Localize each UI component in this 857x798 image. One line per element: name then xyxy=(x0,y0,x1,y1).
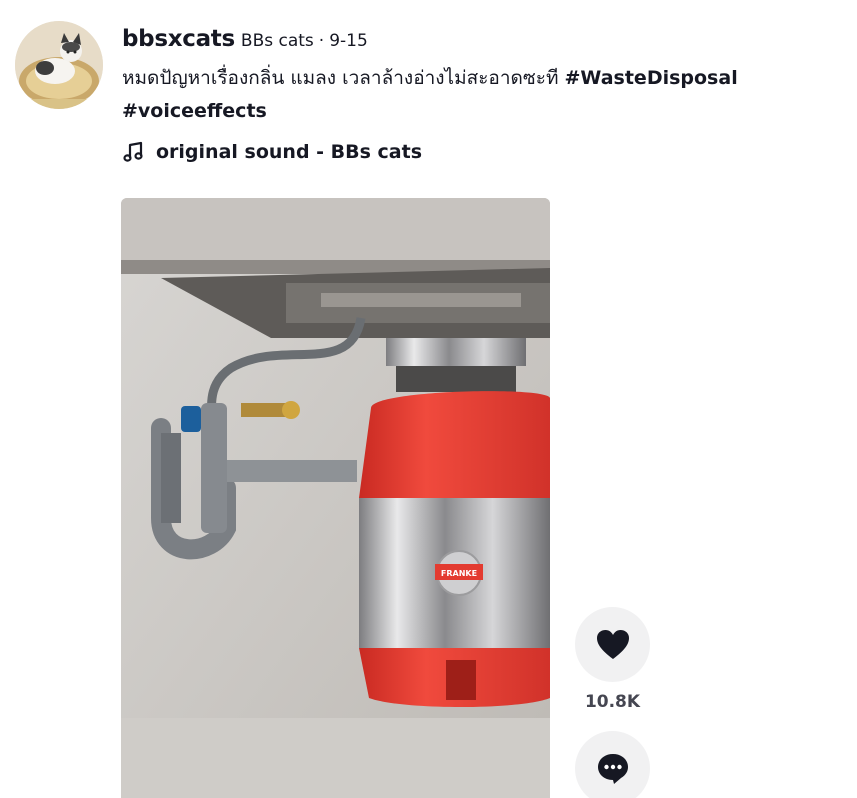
nickname: BBs cats xyxy=(240,31,314,51)
brand-logo-text: FRANKE xyxy=(441,569,477,578)
music-link[interactable]: original sound - BBs cats xyxy=(122,140,852,164)
like-button[interactable] xyxy=(575,607,650,682)
like-action: 10.8K xyxy=(575,607,650,712)
comment-bubble-icon xyxy=(597,753,628,784)
hashtag-link[interactable]: #WasteDisposal xyxy=(565,67,738,89)
music-note-icon xyxy=(123,141,143,162)
post-container: bbsxcats BBs cats · 9-15 หมดปัญหาเรื่องก… xyxy=(0,0,857,798)
post-caption: หมดปัญหาเรื่องกลิ่น แมลง เวลาล้างอ่างไม่… xyxy=(122,62,857,128)
video-frame: FRANKE xyxy=(121,198,550,798)
hashtag-link[interactable]: #voiceeffects xyxy=(122,100,267,122)
author-line: bbsxcats BBs cats · 9-15 xyxy=(122,26,852,52)
avatar[interactable] xyxy=(15,21,103,109)
separator-dot: · xyxy=(318,31,325,51)
username-link[interactable]: bbsxcats xyxy=(122,26,235,52)
comment-button[interactable] xyxy=(575,731,650,798)
post-header: bbsxcats BBs cats · 9-15 หมดปัญหาเรื่องก… xyxy=(122,26,852,164)
music-title: original sound - BBs cats xyxy=(156,141,423,163)
comment-action xyxy=(575,731,650,798)
caption-text: หมดปัญหาเรื่องกลิ่น แมลง เวลาล้างอ่างไม่… xyxy=(122,67,565,89)
avatar-cat-image xyxy=(15,21,103,109)
post-date: 9-15 xyxy=(329,31,368,51)
like-count: 10.8K xyxy=(584,692,641,712)
heart-icon xyxy=(596,629,629,659)
video-player[interactable]: FRANKE xyxy=(121,198,550,798)
